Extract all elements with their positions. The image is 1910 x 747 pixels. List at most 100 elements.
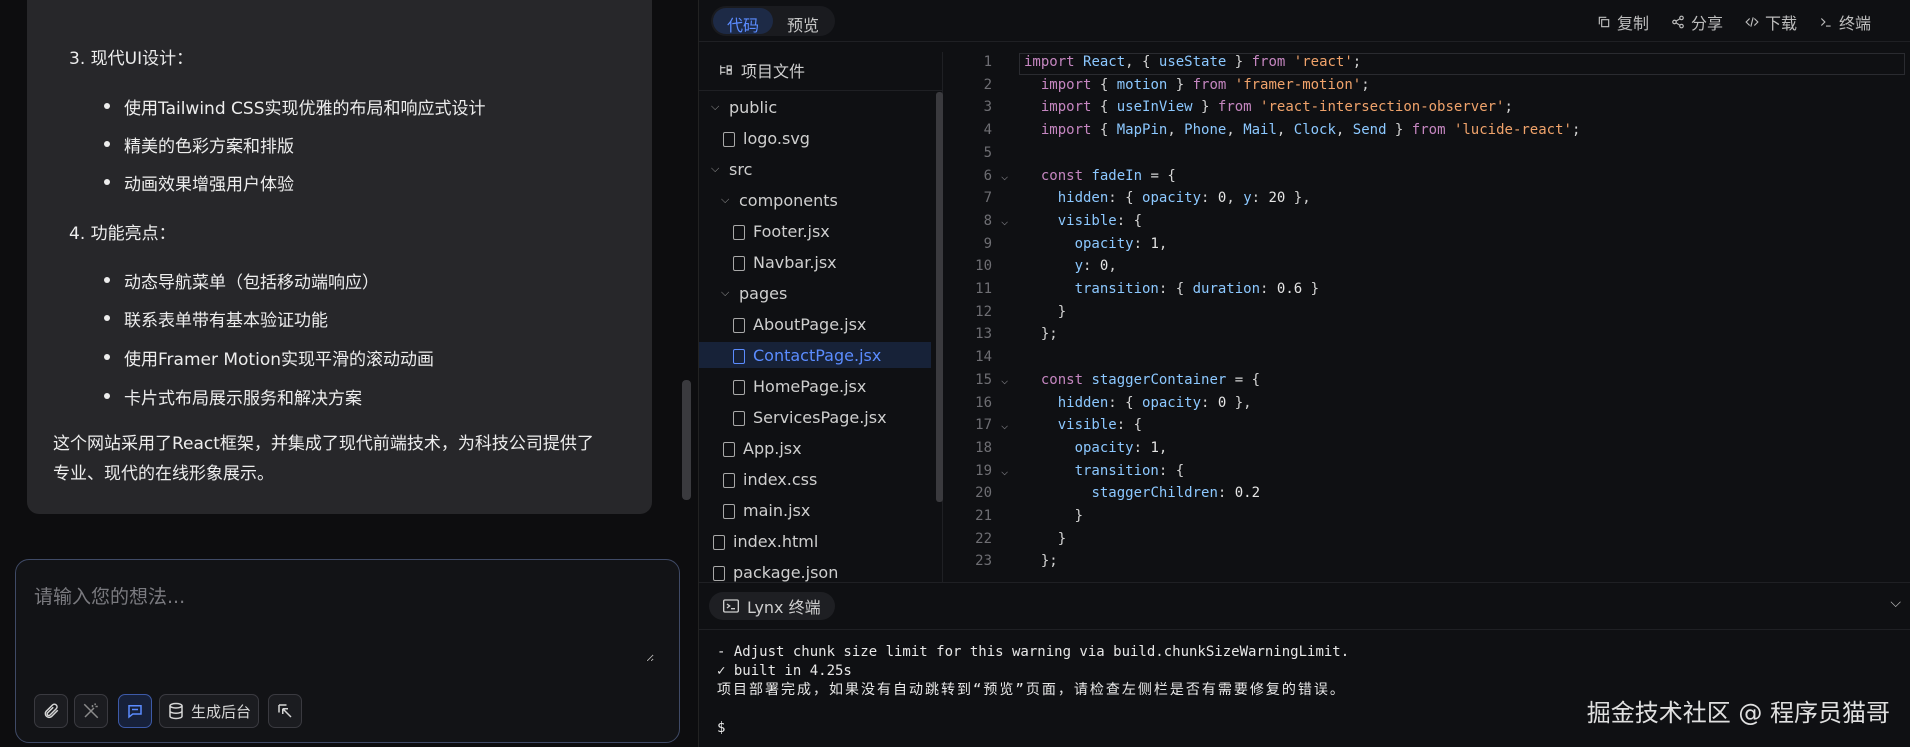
code-line: visible: { bbox=[1057, 417, 1143, 434]
file-icon bbox=[723, 131, 735, 147]
code-line: opacity: 1, bbox=[1074, 235, 1168, 252]
tree-folder-public[interactable]: ⌵ public bbox=[711, 94, 931, 120]
code-line: opacity: 1, bbox=[1074, 439, 1168, 456]
section-title: 4. 功能亮点： bbox=[69, 224, 176, 244]
file-icon bbox=[733, 224, 745, 240]
file-icon bbox=[723, 503, 735, 519]
fold-chevron-icon[interactable]: ⌵ bbox=[1001, 418, 1008, 432]
summary-text: 这个网站采用了React框架，并集成了现代前端技术，为科技公司提供了 专业、现代… bbox=[53, 429, 643, 489]
file-tree-scrollbar[interactable] bbox=[936, 92, 943, 502]
tree-file-index-html[interactable]: index.html bbox=[713, 528, 931, 554]
code-icon bbox=[1745, 17, 1759, 27]
code-line: y: 0, bbox=[1074, 258, 1117, 275]
magic-wand-icon bbox=[83, 703, 99, 719]
line-number: 23 bbox=[975, 553, 992, 570]
tree-label: Navbar.jsx bbox=[753, 252, 837, 272]
tree-file-homepage[interactable]: HomePage.jsx bbox=[733, 373, 931, 399]
download-button[interactable]: 下载 bbox=[1745, 10, 1797, 34]
terminal-icon bbox=[723, 599, 739, 613]
code-line: staggerChildren: 0.2 bbox=[1091, 485, 1261, 502]
file-icon bbox=[733, 317, 745, 333]
code-editor[interactable]: 1 import React, { useState } from 'react'… bbox=[944, 52, 1910, 582]
file-icon bbox=[733, 255, 745, 271]
tree-folder-components[interactable]: ⌵ components bbox=[721, 187, 931, 213]
tab-code[interactable]: 代码 bbox=[713, 8, 774, 35]
list-item: 精美的色彩方案和排版 bbox=[104, 132, 294, 157]
summary-line: 这个网站采用了React框架，并集成了现代前端技术，为科技公司提供了 bbox=[53, 434, 594, 454]
line-number: 19 bbox=[975, 462, 992, 479]
code-line: import { MapPin, Phone, Mail, Clock, Sen… bbox=[1040, 122, 1581, 139]
terminal-output[interactable]: - Adjust chunk size limit for this warni… bbox=[717, 643, 1349, 738]
tree-folder-pages[interactable]: ⌵ pages bbox=[721, 280, 931, 306]
code-line: hidden: { opacity: 0 }, bbox=[1057, 394, 1252, 411]
share-icon bbox=[1672, 15, 1684, 29]
ide-panel: 代码 预览 复制 分享 下载 终端 项目文件 ⌵ public logo.svg… bbox=[698, 0, 1910, 747]
terminal-tab[interactable]: Lynx 终端 bbox=[709, 592, 835, 620]
paperclip-icon bbox=[44, 703, 59, 719]
tree-file-aboutpage[interactable]: AboutPage.jsx bbox=[733, 311, 931, 337]
line-number: 4 bbox=[983, 122, 992, 139]
list-item: 使用Framer Motion实现平滑的滚动动画 bbox=[104, 345, 434, 370]
code-line: } bbox=[1024, 530, 1067, 547]
folder-tree-icon bbox=[720, 65, 732, 75]
chevron-down-icon[interactable]: ⌵ bbox=[1890, 595, 1901, 611]
file-icon bbox=[723, 472, 735, 488]
magic-button[interactable] bbox=[74, 694, 108, 728]
terminal-button[interactable]: 终端 bbox=[1819, 10, 1871, 34]
fold-chevron-icon[interactable]: ⌵ bbox=[1001, 214, 1008, 228]
tree-file-app[interactable]: App.jsx bbox=[723, 435, 931, 461]
download-label: 下载 bbox=[1764, 14, 1797, 33]
line-number: 1 bbox=[983, 54, 992, 70]
tree-label: src bbox=[729, 159, 753, 179]
file-tree-title: 项目文件 bbox=[741, 62, 806, 81]
file-tree-header: 项目文件 bbox=[719, 58, 805, 82]
tree-file-footer[interactable]: Footer.jsx bbox=[733, 218, 931, 244]
fold-chevron-icon[interactable]: ⌵ bbox=[1001, 373, 1008, 387]
share-button[interactable]: 分享 bbox=[1671, 10, 1723, 34]
code-line: visible: { bbox=[1057, 212, 1143, 229]
summary-line: 专业、现代的在线形象展示。 bbox=[53, 464, 274, 484]
fold-chevron-icon[interactable]: ⌵ bbox=[1001, 464, 1008, 478]
share-label: 分享 bbox=[1690, 14, 1723, 33]
code-line: }; bbox=[1024, 326, 1058, 343]
chevron-down-icon: ⌵ bbox=[721, 286, 730, 299]
tree-folder-src[interactable]: ⌵ src bbox=[711, 156, 931, 182]
select-element-button[interactable] bbox=[268, 694, 302, 728]
chevron-down-icon: ⌵ bbox=[711, 100, 720, 113]
tree-file-servicespage[interactable]: ServicesPage.jsx bbox=[733, 404, 931, 430]
tree-file-main[interactable]: main.jsx bbox=[723, 497, 931, 523]
list-item: 使用Tailwind CSS实现优雅的布局和响应式设计 bbox=[103, 94, 485, 119]
line-number: 14 bbox=[975, 349, 992, 366]
tree-label: logo.svg bbox=[743, 128, 810, 148]
code-line: }; bbox=[1024, 553, 1058, 570]
tree-file-contactpage[interactable]: ContactPage.jsx bbox=[699, 342, 931, 368]
line-number: 2 bbox=[983, 76, 992, 93]
tree-file-navbar[interactable]: Navbar.jsx bbox=[733, 249, 931, 275]
prompt-input[interactable] bbox=[34, 582, 654, 662]
copy-label: 复制 bbox=[1616, 14, 1649, 33]
tree-file-logo-svg[interactable]: logo.svg bbox=[723, 125, 931, 151]
chat-mode-button[interactable] bbox=[118, 694, 152, 728]
tree-label: public bbox=[729, 97, 778, 117]
tree-label: pages bbox=[739, 283, 788, 303]
chat-scrollbar[interactable] bbox=[682, 380, 691, 500]
line-number: 13 bbox=[975, 326, 992, 343]
fold-chevron-icon[interactable]: ⌵ bbox=[1001, 169, 1008, 183]
composer: 生成后台 bbox=[15, 559, 680, 743]
chevron-down-icon: ⌵ bbox=[711, 162, 720, 175]
list-item: 动画效果增强用户体验 bbox=[104, 170, 294, 195]
copy-button[interactable]: 复制 bbox=[1597, 10, 1649, 34]
line-number: 22 bbox=[975, 530, 992, 547]
tab-preview[interactable]: 预览 bbox=[773, 8, 833, 35]
line-number: 18 bbox=[975, 439, 992, 456]
tree-file-index-css[interactable]: index.css bbox=[723, 466, 931, 492]
file-icon bbox=[733, 379, 745, 395]
generate-backend-button[interactable]: 生成后台 bbox=[159, 694, 259, 728]
tree-label: AboutPage.jsx bbox=[753, 314, 867, 334]
attach-button[interactable] bbox=[34, 694, 68, 728]
tree-label: App.jsx bbox=[743, 438, 802, 458]
tree-label: main.jsx bbox=[743, 500, 811, 520]
list-item: 联系表单带有基本验证功能 bbox=[104, 306, 328, 331]
line-number: 7 bbox=[983, 190, 992, 207]
